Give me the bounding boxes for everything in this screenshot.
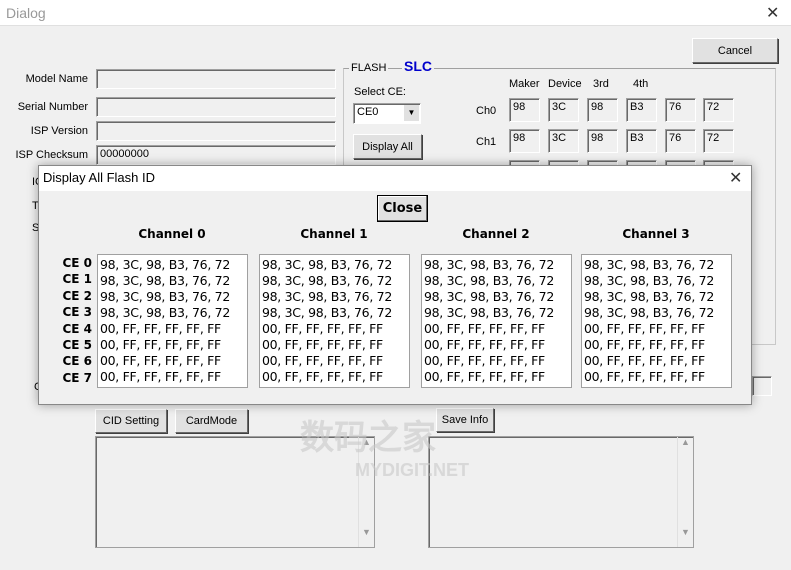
flash-id-field[interactable]: 98 [587,98,618,122]
column-header: 3rd [593,78,609,90]
modal-title: Display All Flash ID [43,170,155,185]
ce-label: CE 1 [62,272,92,287]
field-label: Model Name [25,73,88,85]
flash-id-field[interactable]: B3 [626,129,657,153]
channel-id-list[interactable]: 98, 3C, 98, B3, 76, 72 98, 3C, 98, B3, 7… [97,254,248,388]
card-mode-button[interactable]: CardMode [175,409,248,433]
flash-id-field[interactable]: B3 [626,98,657,122]
flash-id-field[interactable]: 3C [548,98,579,122]
field-2[interactable] [96,121,336,141]
close-button[interactable]: Close [377,195,428,222]
info-textarea[interactable]: ▲ ▼ [428,436,694,548]
close-icon[interactable]: ✕ [766,3,779,23]
flash-id-field[interactable]: 76 [665,129,696,153]
field-label: ISP Checksum [15,149,88,161]
watermark: MYDIGIT.NET [355,460,470,480]
channel-id-list[interactable]: 98, 3C, 98, B3, 76, 72 98, 3C, 98, B3, 7… [581,254,732,388]
save-info-button[interactable]: Save Info [436,408,494,432]
channel-id-list[interactable]: 98, 3C, 98, B3, 76, 72 98, 3C, 98, B3, 7… [421,254,572,388]
field-0[interactable] [96,69,336,89]
scrollbar[interactable]: ▲ ▼ [677,437,693,547]
cid-setting-button[interactable]: CID Setting [95,409,167,433]
ce-label: CE 4 [62,321,92,336]
ce-label: CE 0 [62,256,92,270]
field[interactable] [752,376,772,396]
flash-type: SLC [402,58,434,74]
window-title: Dialog [6,5,46,21]
flash-id-field[interactable]: 72 [703,98,734,122]
ce-label: CE 7 [62,370,92,385]
field-1[interactable] [96,97,336,117]
select-ce-dropdown[interactable]: CE0 ▼ [353,103,421,124]
flash-id-field[interactable]: 98 [509,98,540,122]
channel-header: Channel 3 [622,227,690,241]
column-header: Maker [509,78,540,90]
field-label: ISP Version [30,125,88,137]
column-header: 4th [633,78,649,90]
channel-header: Channel 0 [138,227,206,241]
ce-label: CE 5 [62,338,92,352]
close-icon[interactable]: ✕ [729,168,742,188]
flash-id-field[interactable]: 72 [703,129,734,153]
field-label: Serial Number [17,101,88,113]
cancel-button[interactable]: Cancel [692,38,778,63]
select-ce-value: CE0 [357,106,379,118]
ce-label: CE 3 [62,305,92,320]
display-all-button[interactable]: Display All [353,134,422,159]
watermark: 数码之家 [300,419,436,457]
flash-group-label: FLASH [349,62,389,74]
title-bar [0,0,791,26]
ce-label: CE 6 [62,354,92,369]
flash-id-field[interactable]: 3C [548,129,579,153]
channel-label: Ch1 [476,136,497,148]
field-3[interactable]: 00000000 [96,145,336,165]
flash-id-field[interactable]: 98 [509,129,540,153]
select-ce-label: Select CE: [354,86,406,98]
channel-header: Channel 2 [462,227,530,241]
channel-id-list[interactable]: 98, 3C, 98, B3, 76, 72 98, 3C, 98, B3, 7… [259,254,410,388]
channel-header: Channel 1 [300,227,368,241]
chevron-down-icon[interactable]: ▼ [404,105,419,121]
flash-id-field[interactable]: 98 [587,129,618,153]
column-header: Device [548,78,582,90]
channel-label: Ch0 [476,105,497,117]
ce-label: CE 2 [62,288,92,303]
flash-id-field[interactable]: 76 [665,98,696,122]
